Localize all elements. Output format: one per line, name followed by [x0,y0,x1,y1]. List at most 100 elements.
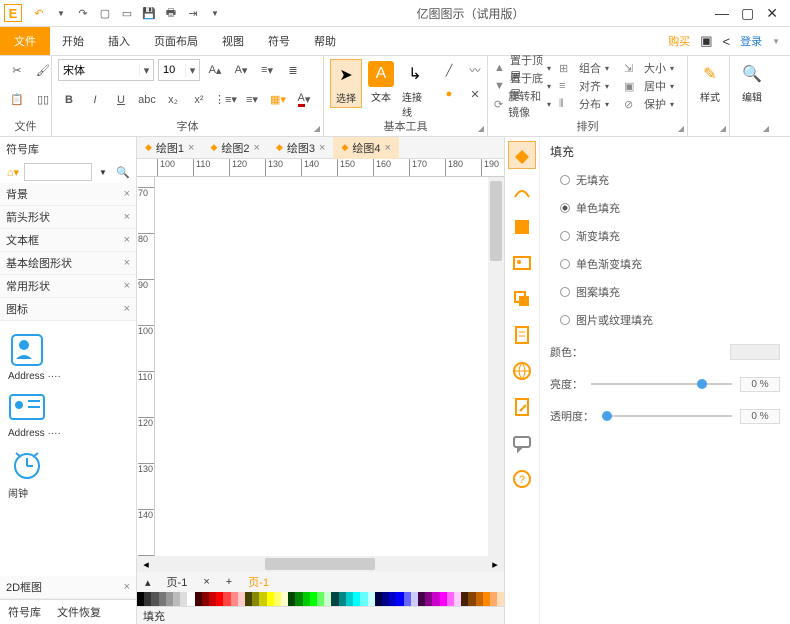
color-swatch[interactable] [425,592,432,606]
color-swatch[interactable] [310,592,317,606]
alarm-shape[interactable] [8,445,46,483]
font-dialog-launcher[interactable]: ◢ [314,124,320,133]
strike-button[interactable]: abc [136,89,158,111]
color-swatch[interactable] [216,592,223,606]
color-swatch[interactable] [202,592,209,606]
color-swatch[interactable] [159,592,166,606]
text-tool[interactable]: A文本 [366,59,396,106]
fill-panel-icon[interactable] [508,141,536,169]
menu-insert[interactable]: 插入 [96,27,142,55]
library-search-input[interactable] [24,163,92,181]
horizontal-scrollbar[interactable]: ◂ ▸ [137,556,504,572]
crop-tool[interactable]: ✕ [464,83,486,105]
arrange-dialog-launcher[interactable]: ◢ [678,124,684,133]
numbering-button[interactable]: ≡▾ [241,89,263,111]
color-swatch[interactable] [461,592,468,606]
buy-link[interactable]: 购买 [668,33,690,49]
brightness-value[interactable]: 0 % [740,377,780,392]
vertical-scrollbar[interactable] [488,177,504,556]
page-tab-dropdown[interactable]: ▴ [137,576,159,589]
subscript-button[interactable]: x₂ [162,89,184,111]
shadow-panel-icon[interactable] [508,213,536,241]
menu-symbol[interactable]: 符号 [256,27,302,55]
color-swatch[interactable] [440,592,447,606]
image-panel-icon[interactable] [508,249,536,277]
opacity-value[interactable]: 0 % [740,409,780,424]
superscript-button[interactable]: x² [188,89,210,111]
left-tab-library[interactable]: 符号库 [0,600,49,624]
color-swatch[interactable] [137,592,144,606]
color-swatch[interactable] [490,592,497,606]
group-button[interactable]: ⊞组合▾ [559,59,616,77]
color-swatch[interactable] [295,592,302,606]
export-icon[interactable]: ▣ [700,33,712,49]
undo-dropdown[interactable]: ▼ [50,2,72,24]
category-5[interactable]: 图标× [0,298,136,321]
fill-option-3[interactable]: 单色渐变填充 [550,252,780,280]
category-0[interactable]: 背景× [0,183,136,206]
bold-button[interactable]: B [58,89,80,111]
line-spacing-button[interactable]: ≡▾ [256,59,278,81]
minimize-button[interactable]: — [715,5,729,22]
canvas[interactable] [155,177,488,556]
menu-view[interactable]: 视图 [210,27,256,55]
edit-dialog-launcher[interactable]: ◢ [763,124,769,133]
color-swatch[interactable] [382,592,389,606]
align-button[interactable]: ≡对齐▾ [559,77,616,95]
color-swatch[interactable] [331,592,338,606]
underline-button[interactable]: U [110,89,132,111]
search-icon[interactable]: 🔍 [114,166,132,179]
help-panel-icon[interactable]: ? [508,465,536,493]
doc-tab-0[interactable]: ◆绘图1× [137,137,202,159]
page-add-icon[interactable]: + [218,576,240,588]
close-button[interactable]: ✕ [766,5,778,22]
distribute-button[interactable]: ⫴分布▾ [559,95,616,113]
export-button[interactable]: ⇥ [182,2,204,24]
color-swatch[interactable] [346,592,353,606]
color-swatch[interactable] [252,592,259,606]
bullets-button[interactable]: ⋮≡▾ [214,89,237,111]
color-swatch[interactable] [476,592,483,606]
color-swatch[interactable] [144,592,151,606]
doc-tab-3[interactable]: ◆绘图4× [333,137,398,159]
menu-layout[interactable]: 页面布局 [142,27,210,55]
center-button[interactable]: ▣居中▾ [624,77,681,95]
color-swatch[interactable] [353,592,360,606]
color-swatch[interactable] [317,592,324,606]
color-swatch[interactable] [454,592,461,606]
fill-option-0[interactable]: 无填充 [550,168,780,196]
highlight-button[interactable]: ▦▾ [267,89,289,111]
color-swatch[interactable] [259,592,266,606]
select-tool[interactable]: ➤选择 [330,59,362,108]
category-2[interactable]: 文本框× [0,229,136,252]
opacity-slider[interactable] [602,415,732,417]
category-1[interactable]: 箭头形状× [0,206,136,229]
font-family-combo[interactable]: ▾ [58,59,154,81]
qat-dropdown[interactable]: ▼ [204,2,226,24]
menu-start[interactable]: 开始 [50,27,96,55]
page-close-icon[interactable]: × [195,576,217,588]
page-panel-icon[interactable] [508,321,536,349]
menu-file[interactable]: 文件 [0,27,50,55]
align-h-button[interactable]: ≣ [282,59,304,81]
format-painter[interactable]: 🖌 [32,59,54,81]
decrease-font-button[interactable]: A▾ [230,59,252,81]
layer-panel-icon[interactable] [508,285,536,313]
address-shape-2[interactable] [8,388,46,426]
color-swatch[interactable] [281,592,288,606]
copy-button[interactable]: ▯▯ [32,89,54,111]
doc-tab-2[interactable]: ◆绘图3× [268,137,333,159]
color-picker[interactable] [730,344,780,360]
color-swatch[interactable] [245,592,252,606]
rotate-button[interactable]: ⟳旋转和镜像▾ [494,95,551,113]
fill-option-4[interactable]: 图案填充 [550,280,780,308]
library-home-icon[interactable]: ⌂▾ [4,163,22,181]
italic-button[interactable]: I [84,89,106,111]
connector-tool[interactable]: ↳连接线 [400,59,430,121]
color-swatch[interactable] [231,592,238,606]
left-tab-recovery[interactable]: 文件恢复 [49,600,109,624]
menu-help[interactable]: 帮助 [302,27,348,55]
fill-option-1[interactable]: 单色填充 [550,196,780,224]
address-shape-1[interactable] [8,331,46,369]
color-swatch[interactable] [404,592,411,606]
